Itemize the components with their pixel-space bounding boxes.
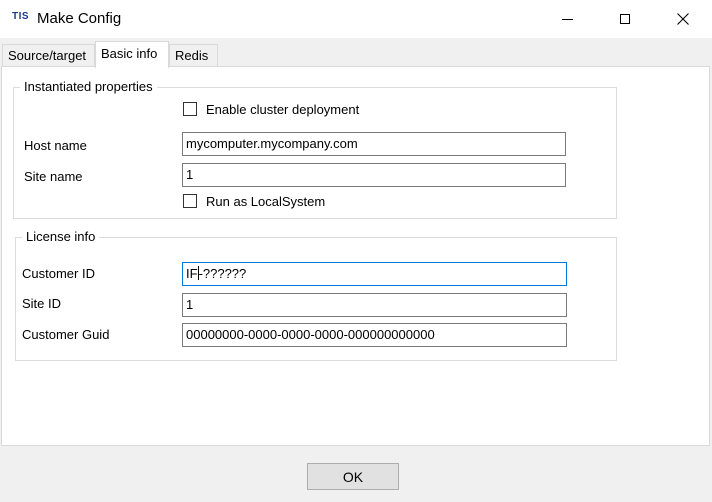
ok-button[interactable]: OK — [307, 463, 399, 490]
site-name-label: Site name — [24, 169, 83, 184]
tab-source-target[interactable]: Source/target — [2, 44, 95, 66]
close-button[interactable] — [654, 0, 712, 38]
customer-id-value-prefix: IF — [186, 266, 198, 281]
host-name-input[interactable]: mycomputer.mycompany.com — [182, 132, 566, 156]
app-icon: TIS — [12, 11, 30, 22]
enable-cluster-checkbox[interactable] — [183, 102, 197, 116]
enable-cluster-label[interactable]: Enable cluster deployment — [206, 102, 359, 117]
site-id-label: Site ID — [22, 296, 62, 311]
minimize-button[interactable] — [538, 0, 596, 38]
basic-info-panel: Instantiated properties Enable cluster d… — [1, 66, 710, 446]
close-icon — [677, 13, 689, 25]
run-as-localsystem-checkbox[interactable] — [183, 194, 197, 208]
window-title: Make Config — [37, 10, 122, 27]
customer-guid-label: Customer Guid — [22, 327, 110, 342]
customer-id-input[interactable]: IF-?????? — [182, 262, 567, 286]
group-title-license: License info — [22, 229, 100, 244]
maximize-icon — [620, 14, 630, 24]
run-as-localsystem-label[interactable]: Run as LocalSystem — [206, 194, 325, 209]
maximize-button[interactable] — [596, 0, 654, 38]
group-title-instantiated: Instantiated properties — [20, 79, 157, 94]
title-bar[interactable]: TIS Make Config — [0, 0, 712, 38]
customer-guid-input[interactable]: 00000000-0000-0000-0000-000000000000 — [182, 323, 567, 347]
minimize-icon — [561, 18, 573, 20]
tab-redis[interactable]: Redis — [169, 44, 218, 66]
customer-id-label: Customer ID — [22, 266, 95, 281]
site-id-input[interactable]: 1 — [182, 293, 567, 317]
tab-basic-info[interactable]: Basic info — [95, 41, 169, 68]
customer-id-value-suffix: -?????? — [198, 266, 247, 281]
host-name-label: Host name — [24, 138, 87, 153]
make-config-window: TIS Make Config Source/target Basic info… — [0, 0, 712, 502]
site-name-input[interactable]: 1 — [182, 163, 566, 187]
